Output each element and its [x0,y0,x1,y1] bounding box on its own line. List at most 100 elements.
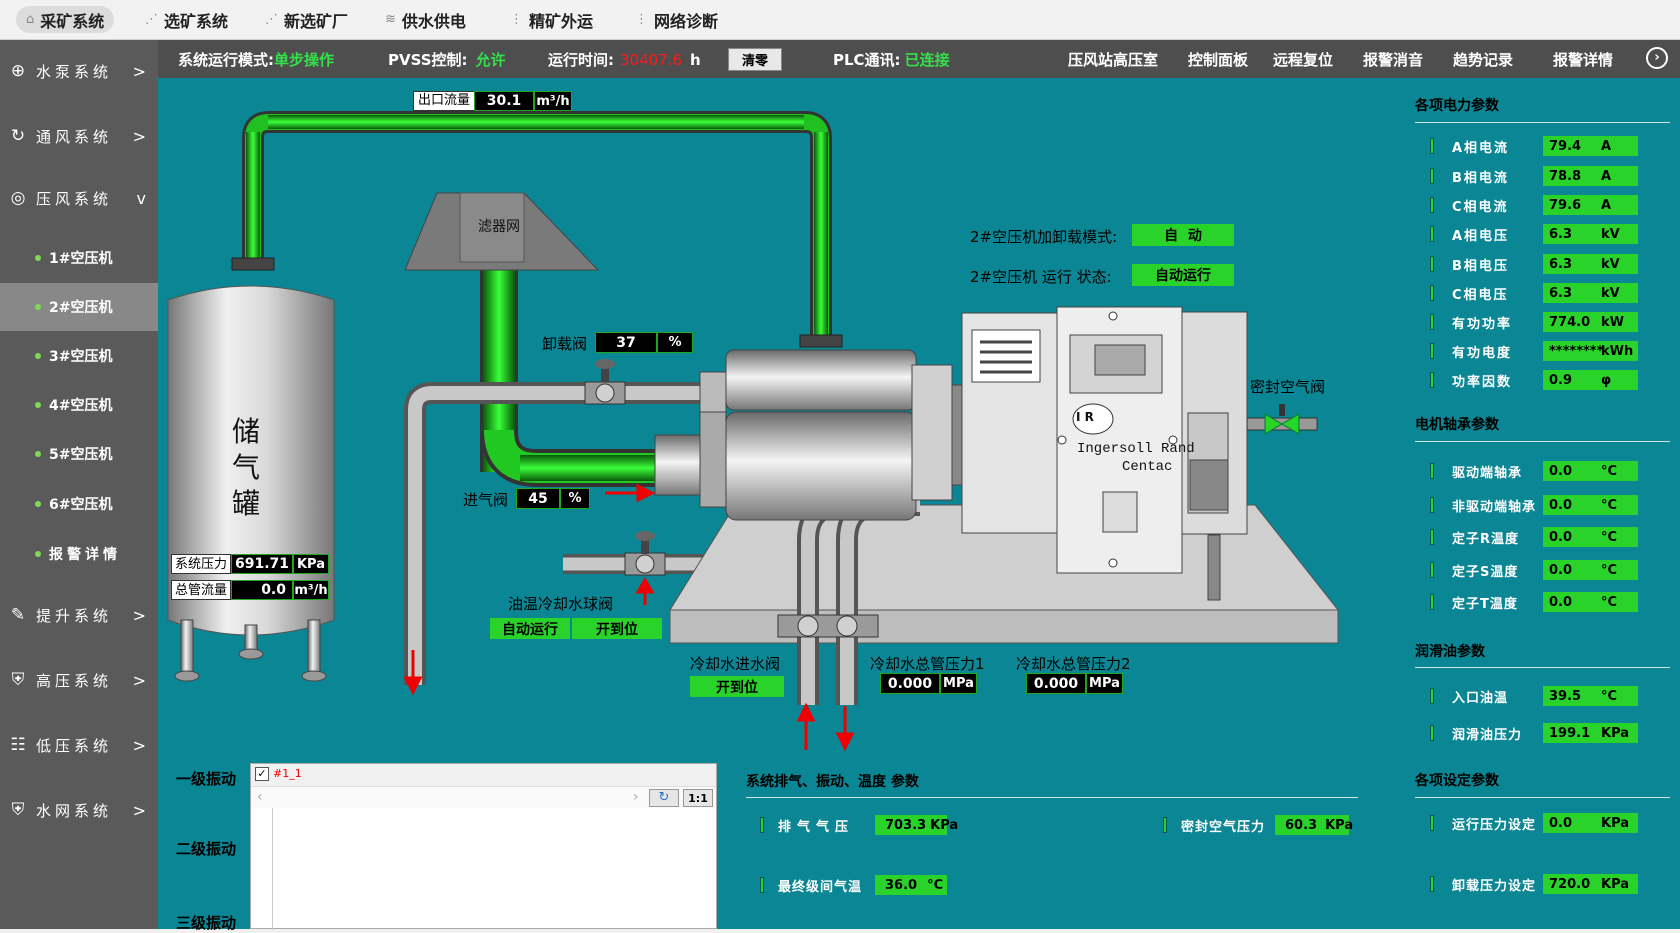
main-flow-label: 总管流量 [171,580,231,600]
value-text: 0.0 [1549,463,1573,479]
value-text: 6.3 [1549,285,1573,301]
param-name: 密封空气压力 [1181,820,1266,835]
param-value: 6.3 kV [1543,254,1638,274]
value-unit: KPa [1601,725,1630,741]
status-bar-indicator [1430,594,1434,610]
value-text: 79.6 [1549,197,1582,213]
brand-name: Ingersoll Rand [1077,441,1195,457]
param-name: 润滑油压力 [1452,728,1523,743]
param-name: 定子R温度 [1452,532,1520,547]
param-name: 非驱动端轴承 [1452,500,1537,515]
inlet-valve-value: 45 [516,488,560,509]
value-text: 6.3 [1549,256,1573,272]
param-value: 6.3 kV [1543,283,1638,303]
param-value: 0.0 KPa [1543,813,1638,833]
oil-row: 润滑油压力 199.1 KPa [1430,723,1670,743]
value-text: 0.9 [1549,372,1573,388]
param-name: 入口油温 [1452,691,1509,706]
legend-checkbox[interactable]: ✓ [255,767,269,781]
outlet-flow-label: 出口流量 [413,91,476,111]
vibration-trend-chart[interactable]: ✓ #1_1 ‹ › ↻ 1:1 [250,763,717,930]
param-value: 0.0 °C [1543,527,1638,547]
status-bar-indicator [1430,197,1434,213]
param-name: A相电流 [1452,141,1510,156]
value-unit: °C [1601,562,1618,578]
bearing-row: 定子R温度 0.0 °C [1430,527,1670,547]
scroll-left-icon[interactable]: ‹ [257,789,263,805]
cool-p1-unit: MPa [940,673,977,694]
load-mode-value: 自 动 [1132,224,1234,246]
value-text: 0.0 [1549,562,1573,578]
cool-p2-unit: MPa [1086,673,1123,694]
power-row: C相电流 79.6 A [1430,195,1670,215]
unload-valve-label: 卸载阀 [542,335,588,353]
cool-p2-label: 冷却水总管压力2 [1016,655,1131,673]
status-bar-indicator [1430,226,1434,242]
cool-p2-value: 0.000 [1026,673,1086,694]
value-text: 36.0 [885,877,918,893]
outlet-flow-value: 30.1 [474,91,534,111]
status-bar-indicator [1430,138,1434,154]
value-text: 0.0 [1549,497,1573,513]
zoom-reset-button[interactable]: 1:1 [683,789,713,807]
value-unit: °C [927,877,944,893]
status-bar-indicator [1430,562,1434,578]
value-unit: kV [1601,256,1620,272]
value-text: 6.3 [1549,226,1573,242]
value-text: 703.3 [885,817,927,833]
status-bar-indicator [1163,817,1167,833]
value-unit: °C [1601,463,1618,479]
value-text: 0.0 [1549,594,1573,610]
sys-pressure-label: 系统压力 [171,554,231,574]
status-bar-indicator [760,877,764,893]
seal-valve-label: 密封空气阀 [1250,378,1326,396]
oil-params-title: 润滑油参数 [1415,644,1485,660]
status-bar-indicator [1430,815,1434,831]
run-state-label: 2#空压机 运行 状态: [970,268,1112,286]
status-bar-indicator [760,817,764,833]
param-name: A相电压 [1452,229,1510,244]
tank-label-2: 气 [232,451,261,484]
cool-in-state: 开到位 [690,676,784,697]
power-row: 有功电度 ******** kWh [1430,341,1670,361]
bearing-row: 定子S温度 0.0 °C [1430,560,1670,580]
param-name: B相电压 [1452,259,1509,274]
status-bar-indicator [1430,314,1434,330]
param-name: C相电流 [1452,200,1509,215]
power-params-title: 各项电力参数 [1415,98,1499,114]
filter-label: 滤器网 [478,219,520,235]
value-text: 39.5 [1549,688,1582,704]
value-text: 774.0 [1549,314,1591,330]
value-unit: A [1601,138,1612,154]
value-text: ******** [1549,343,1604,359]
main-flow-value: 0.0 [231,580,293,600]
power-row: C相电压 6.3 kV [1430,283,1670,303]
bearing-row: 定子T温度 0.0 °C [1430,592,1670,612]
value-unit: °C [1601,529,1618,545]
value-unit: °C [1601,594,1618,610]
vibration-label-3: 三级振动 [176,914,237,932]
setting-params-title: 各项设定参数 [1415,773,1499,789]
value-text: 60.3 [1285,817,1318,833]
scroll-right-icon[interactable]: › [633,789,639,805]
oil-divider [1415,667,1670,668]
value-unit: KPa [1325,817,1354,833]
exhaust-divider [746,797,1358,798]
param-value: 39.5 °C [1543,686,1638,706]
param-value: 0.0 °C [1543,461,1638,481]
value-unit: KPa [930,817,959,833]
refresh-icon[interactable]: ↻ [649,789,679,807]
status-bar-indicator [1430,285,1434,301]
setting-divider [1415,797,1670,798]
value-unit: φ [1601,372,1612,388]
param-name: 定子T温度 [1452,597,1518,612]
param-value: 199.1 KPa [1543,723,1638,743]
param-name: 有功功率 [1452,317,1513,332]
param-value: 79.6 A [1543,195,1638,215]
unload-valve-unit: % [657,332,693,353]
param-name: 有功电度 [1452,346,1513,361]
main-flow-unit: m³/h [293,580,329,600]
power-row: A相电压 6.3 kV [1430,224,1670,244]
oil-row: 入口油温 39.5 °C [1430,686,1670,706]
param-value: ******** kWh [1543,341,1638,361]
